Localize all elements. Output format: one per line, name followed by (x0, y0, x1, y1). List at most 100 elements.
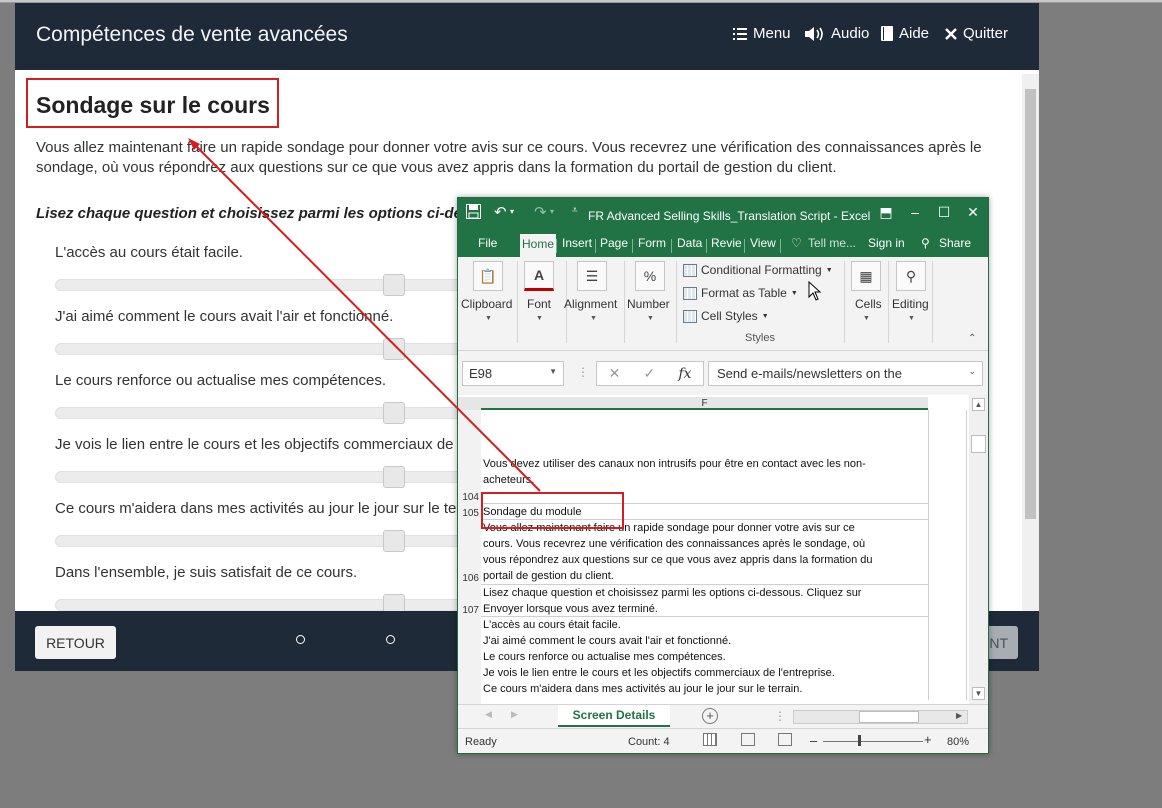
chevron-down-icon: ▼ (485, 315, 492, 322)
menu-button[interactable]: Menu (733, 25, 791, 42)
cell-line: L'accès au cours était facile. (483, 619, 621, 631)
rating-slider-6[interactable] (55, 599, 475, 611)
row-number: 105 (462, 508, 479, 519)
course-scroll-thumb[interactable] (1025, 89, 1036, 519)
row-header[interactable] (458, 617, 481, 704)
course-scrollbar[interactable] (1022, 74, 1039, 611)
page-break-icon[interactable] (778, 733, 792, 746)
save-icon[interactable] (466, 204, 481, 223)
table-row[interactable]: L'accès au cours était facile. J'ai aimé… (481, 617, 928, 704)
cells-label: Cells (855, 297, 882, 311)
sheet-next-icon[interactable]: ▶ (511, 709, 518, 720)
sheet-tab-screen-details[interactable]: Screen Details (558, 705, 670, 727)
zoom-thumb[interactable] (858, 735, 861, 746)
spreadsheet-grid[interactable]: F 104 Vous devez utiliser des canaux non… (458, 395, 988, 704)
tab-page[interactable]: Page (600, 236, 628, 250)
slider-thumb-3[interactable] (383, 402, 405, 424)
formula-input[interactable]: Send e-mails/newsletters on the ⌄ (708, 361, 983, 386)
format-as-table-button[interactable]: Format as Table ▼ (683, 286, 798, 300)
zoom-level[interactable]: 80% (947, 736, 969, 748)
chevron-down-icon: ▼ (863, 315, 870, 322)
row-header[interactable]: 105 (458, 504, 481, 520)
zoom-in-button[interactable]: + (924, 732, 932, 747)
slider-thumb-5[interactable] (383, 530, 405, 552)
add-sheet-icon[interactable]: + (702, 708, 718, 724)
slider-thumb-1[interactable] (383, 274, 405, 296)
slider-thumb-6[interactable] (383, 594, 405, 611)
alignment-label: Alignment (564, 297, 618, 311)
tab-insert[interactable]: Insert (562, 236, 592, 250)
undo-icon[interactable]: ↶ (494, 203, 507, 221)
rating-slider-5[interactable] (55, 535, 475, 547)
row-header[interactable]: 107 (458, 585, 481, 617)
scroll-down-icon[interactable]: ▼ (972, 687, 985, 700)
quit-button[interactable]: Quitter (945, 25, 1008, 42)
cancel-icon[interactable]: ✕ (609, 365, 621, 382)
tab-home[interactable]: Home (520, 234, 557, 257)
redo-icon[interactable]: ↷ (534, 203, 547, 221)
row-header[interactable]: 104 (458, 410, 481, 504)
rating-slider-4[interactable] (55, 471, 475, 483)
sign-in-link[interactable]: Sign in (868, 236, 905, 250)
page-layout-icon[interactable] (741, 733, 755, 746)
horizontal-scrollbar[interactable] (793, 710, 968, 724)
ribbon-display-icon[interactable]: ⬒ (875, 204, 897, 224)
row-header[interactable]: 106 (458, 520, 481, 585)
check-icon[interactable]: ✓ (643, 365, 655, 382)
maximize-button[interactable]: ☐ (933, 204, 955, 224)
vertical-scroll-thumb[interactable] (971, 435, 986, 453)
redo-dropdown-icon[interactable]: ▾ (550, 207, 554, 216)
scroll-right-icon[interactable]: ▶ (956, 711, 962, 720)
tab-data[interactable]: Data (677, 236, 702, 250)
rating-slider-3[interactable] (55, 407, 475, 419)
select-all-corner[interactable] (458, 397, 481, 410)
vertical-scrollbar[interactable]: ▲ ▼ (969, 395, 988, 704)
table-row[interactable]: Lisez chaque question et choisissez parm… (481, 585, 928, 617)
insert-function-icon[interactable]: fx (678, 366, 691, 382)
share-button[interactable]: Share (939, 236, 971, 250)
table-row[interactable]: Vous allez maintenant faire un rapide so… (481, 520, 928, 585)
progress-dot[interactable] (296, 635, 305, 644)
minimize-button[interactable]: – (904, 204, 926, 224)
sheet-tab-bar: ◀ ▶ Screen Details + ⋮ ◀ ▶ (458, 704, 988, 728)
row-number: 106 (462, 573, 479, 584)
rating-slider-2[interactable] (55, 343, 475, 355)
close-button[interactable]: ✕ (962, 204, 984, 224)
back-button[interactable]: RETOUR (35, 626, 116, 659)
tell-me-search[interactable]: Tell me... (808, 236, 856, 250)
sheet-prev-icon[interactable]: ◀ (485, 709, 492, 720)
scroll-up-icon[interactable]: ▲ (972, 398, 985, 411)
help-button[interactable]: Aide (881, 25, 929, 42)
row-number: 104 (462, 492, 479, 503)
tab-view[interactable]: View (750, 236, 776, 250)
tab-file[interactable]: File (478, 236, 497, 250)
normal-view-icon[interactable] (703, 733, 717, 746)
more-icon: ⋮ (774, 709, 786, 723)
zoom-out-button[interactable]: – (810, 733, 817, 748)
collapse-ribbon-icon[interactable]: ⌃ (968, 333, 976, 344)
zoom-slider[interactable] (823, 741, 923, 742)
chevron-down-icon: ▼ (549, 367, 557, 376)
customize-toolbar-icon[interactable]: ⩡ (572, 205, 578, 216)
horizontal-scroll-thumb[interactable] (859, 711, 919, 723)
tab-form[interactable]: Form (638, 236, 666, 250)
tab-review[interactable]: Revie (711, 236, 742, 250)
status-ready: Ready (465, 736, 497, 748)
column-header-f[interactable]: F (481, 397, 928, 410)
search-icon: ⚲ (896, 261, 926, 291)
window-top-edge (0, 0, 1162, 3)
conditional-formatting-button[interactable]: Conditional Formatting ▼ (683, 263, 833, 277)
undo-dropdown-icon[interactable]: ▾ (510, 207, 514, 216)
table-row[interactable]: Vous devez utiliser des canaux non intru… (481, 410, 928, 504)
progress-dot[interactable] (386, 635, 395, 644)
cell-styles-button[interactable]: Cell Styles ▼ (683, 309, 769, 323)
status-count: Count: 4 (628, 736, 670, 748)
annotation-box-heading (26, 78, 279, 128)
audio-button[interactable]: Audio (805, 25, 869, 42)
formula-bar: E98 ▼ ⋮ ✕ ✓ fx Send e-mails/newsletters o… (458, 351, 988, 395)
slider-thumb-4[interactable] (383, 466, 405, 488)
slider-thumb-2[interactable] (383, 338, 405, 360)
rating-slider-1[interactable] (55, 279, 475, 291)
name-box[interactable]: E98 ▼ (462, 361, 564, 386)
speaker-icon (805, 26, 823, 41)
